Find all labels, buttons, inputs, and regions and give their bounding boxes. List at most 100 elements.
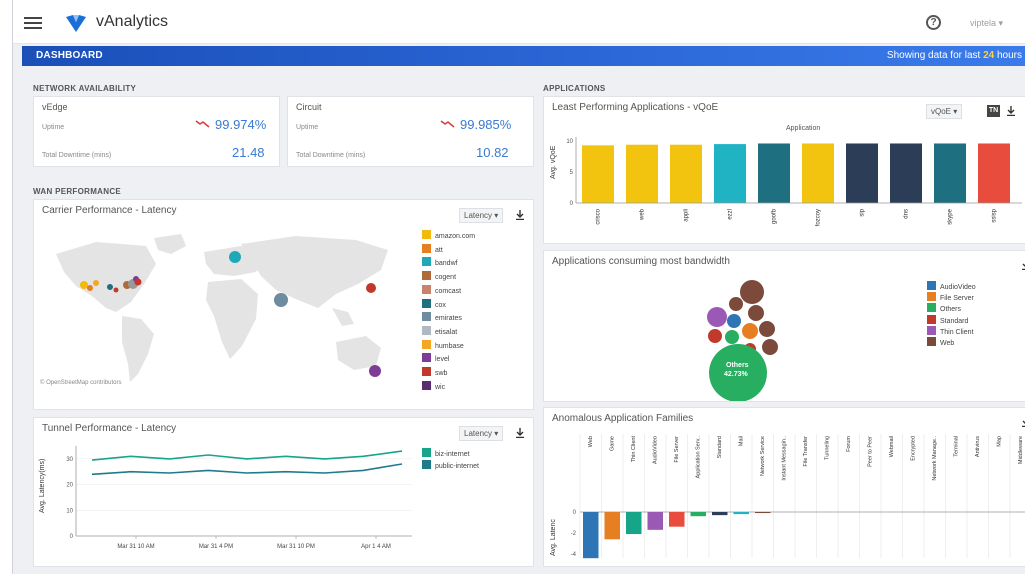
user-menu[interactable]: viptela ▾ xyxy=(970,18,1003,29)
vedge-uptime-label: Uptime xyxy=(42,124,65,131)
map-marker[interactable] xyxy=(229,251,241,263)
vqoe-bar-chart[interactable]: 10 5 0 crisco web appli ezzl goofb fozcoy sip dns s… xyxy=(562,133,1025,241)
tunnel-performance-card: Tunnel Performance - Latency Latency ▾ A… xyxy=(33,417,534,567)
anomaly-bar[interactable] xyxy=(690,512,707,517)
map-marker[interactable] xyxy=(87,285,93,291)
legend-item[interactable]: cox xyxy=(422,298,446,310)
x-tick-label: skype xyxy=(948,208,954,224)
carrier-metric-dropdown[interactable]: Latency ▾ xyxy=(459,208,504,223)
map-marker[interactable] xyxy=(93,280,99,286)
vedge-downtime-label: Total Downtime (mins) xyxy=(42,152,112,159)
bubble-thin-client[interactable] xyxy=(707,307,727,327)
time-range-text[interactable]: Showing data for last 24 hours xyxy=(887,50,1022,61)
vqoe-bar[interactable] xyxy=(890,143,922,203)
bubble-others-small[interactable] xyxy=(725,330,739,344)
tunnel-metric-dropdown[interactable]: Latency ▾ xyxy=(459,426,504,441)
x-tick-label: Mar 31 10 PM xyxy=(277,544,315,550)
map-marker[interactable] xyxy=(113,287,119,293)
legend-item[interactable]: biz-internet xyxy=(422,448,470,459)
vqoe-bar[interactable] xyxy=(802,143,834,203)
legend-label: File Server xyxy=(940,295,974,303)
legend-swatch xyxy=(927,337,936,346)
hamburger-menu-icon[interactable] xyxy=(24,17,42,29)
legend-item[interactable]: Thin Client xyxy=(927,325,973,337)
x-tick-label: Apr 1 4 AM xyxy=(361,544,391,550)
bandwidth-card: Applications consuming most bandwidth Ot… xyxy=(543,250,1025,402)
vqoe-dropdown[interactable]: vQoE ▾ xyxy=(926,104,963,119)
map-marker[interactable] xyxy=(134,278,142,286)
anomaly-bar[interactable] xyxy=(733,512,750,515)
time-range-prefix: Showing data for last xyxy=(886,50,981,61)
category-label: File Transfer xyxy=(803,436,809,467)
vedge-availability-card[interactable]: vEdge Uptime 99.974% Total Downtime (min… xyxy=(33,96,280,167)
bubble-standard[interactable] xyxy=(708,329,722,343)
bandwidth-bubble-chart[interactable] xyxy=(694,271,794,401)
legend-item[interactable]: humbase xyxy=(422,339,464,351)
vqoe-bar[interactable] xyxy=(846,143,878,203)
legend-item[interactable]: emirates xyxy=(422,312,462,323)
legend-item[interactable]: cogent xyxy=(422,271,456,282)
legend-item[interactable]: Web xyxy=(927,337,954,348)
series-line-public-internet[interactable] xyxy=(91,463,403,476)
map-marker[interactable] xyxy=(107,284,113,290)
legend-item[interactable]: Others xyxy=(927,303,961,314)
anomaly-bar[interactable] xyxy=(604,512,621,540)
category-label: Encrypted xyxy=(911,436,917,461)
x-tick-label: Mar 31 10 AM xyxy=(117,544,154,550)
tn-toggle-icon[interactable]: TN xyxy=(987,105,1000,117)
legend-swatch xyxy=(927,303,936,313)
legend-item[interactable]: public-internet xyxy=(422,460,479,471)
anomaly-bar[interactable] xyxy=(712,512,728,516)
legend-swatch xyxy=(422,325,431,335)
legend-item[interactable]: etisalat xyxy=(422,325,457,337)
bubble-web[interactable] xyxy=(762,339,778,355)
legend-label: bandwf xyxy=(435,260,458,268)
anomaly-bar[interactable] xyxy=(755,512,771,514)
legend-label: AudioVideo xyxy=(940,284,976,291)
category-label: Terminal xyxy=(954,436,960,457)
legend-item[interactable]: wic xyxy=(422,380,445,392)
x-tick-label: crisco xyxy=(596,208,602,224)
legend-item[interactable]: amazon.com xyxy=(422,230,475,241)
anomaly-bar[interactable] xyxy=(583,512,599,559)
bubble-audiovideo[interactable] xyxy=(727,314,741,328)
anomaly-bar[interactable] xyxy=(626,512,642,535)
download-icon[interactable] xyxy=(516,210,524,220)
legend-item[interactable]: att xyxy=(422,243,443,255)
legend-item[interactable]: File Server xyxy=(927,292,974,303)
vqoe-bar[interactable] xyxy=(714,144,746,203)
tunnel-latency-chart[interactable]: 30 20 10 0 Mar 31 10 AM Mar 31 4 PM Mar 31 10 … xyxy=(62,440,416,564)
anomaly-bar[interactable] xyxy=(669,512,685,527)
map-marker[interactable] xyxy=(274,293,288,307)
bubble-file-server[interactable] xyxy=(742,323,758,339)
legend-item[interactable]: level xyxy=(422,353,449,364)
x-tick-label: dns xyxy=(904,209,910,219)
legend-item[interactable]: AudioVideo xyxy=(927,281,976,292)
bubble-web[interactable] xyxy=(759,321,775,337)
legend-item[interactable]: Standard xyxy=(927,314,968,326)
map-marker[interactable] xyxy=(80,281,88,289)
vqoe-bar[interactable] xyxy=(758,143,790,203)
dashboard-bar: DASHBOARD Showing data for last 24 hours xyxy=(22,46,1025,66)
legend-item[interactable]: bandwf xyxy=(422,257,458,268)
map-marker[interactable] xyxy=(369,365,381,377)
vqoe-bar[interactable] xyxy=(934,143,966,203)
map-marker[interactable] xyxy=(366,283,376,293)
download-icon[interactable] xyxy=(1007,106,1015,116)
y-tick-label: 0 xyxy=(573,510,577,516)
download-icon[interactable] xyxy=(516,428,524,438)
bubble-web[interactable] xyxy=(748,305,764,321)
vqoe-bar[interactable] xyxy=(670,144,702,203)
vqoe-bar[interactable] xyxy=(582,145,614,203)
network-availability-title: NETWORK AVAILABILITY xyxy=(33,84,137,93)
bubble-web[interactable] xyxy=(729,297,743,311)
legend-item[interactable]: comcast xyxy=(422,284,461,296)
help-circle-icon[interactable]: ? xyxy=(926,15,941,30)
legend-item[interactable]: swb xyxy=(422,367,447,378)
vqoe-bar[interactable] xyxy=(626,144,658,203)
vqoe-bar[interactable] xyxy=(978,143,1010,203)
anomaly-bar-chart[interactable]: 0 -2 -4 Web Game Thin Client AudioVideo File Se… xyxy=(562,430,1025,565)
anomaly-bar[interactable] xyxy=(647,512,664,530)
circuit-availability-card[interactable]: Circuit Uptime 99.985% Total Downtime (m… xyxy=(287,96,534,167)
bubble-web[interactable] xyxy=(740,280,764,304)
